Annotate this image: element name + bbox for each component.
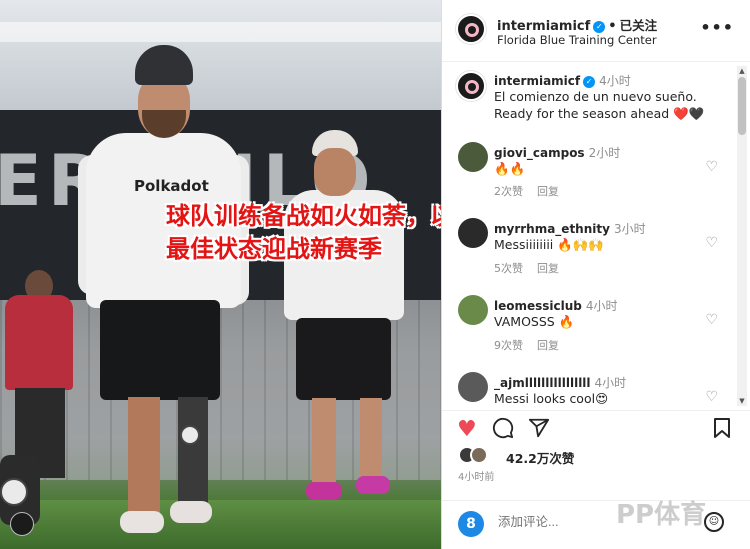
bookmark-icon[interactable] [712,417,732,446]
post-timestamp: 4小时前 [458,472,495,483]
comment-username-row: myrrhma_ethnity 3小时 [494,220,646,237]
verified-icon: ✓ [593,21,606,33]
comment-avatar[interactable] [458,218,488,248]
photo-tag-avatar[interactable] [10,512,34,536]
shirt-sponsor: Polkadot [134,177,209,195]
overlay-caption: 球队训练备战如火如荼，以 最佳状态迎战新赛季 [166,200,441,266]
liker-avatar [470,446,488,464]
verified-icon: ✓ [583,76,596,88]
caption-username-row: intermiamicf ✓ 4小时 [494,72,631,89]
comment-likes[interactable]: 5次赞 [494,262,523,275]
location-link[interactable]: Florida Blue Training Center [497,33,657,47]
scrollbar-thumb[interactable] [738,77,746,135]
scroll-up-arrow-icon[interactable]: ▲ [737,66,747,76]
comment-username-row: giovi_campos 2小时 [494,144,620,161]
comment-avatar[interactable] [458,142,488,172]
comment-meta: 9次赞 回复 [494,337,573,353]
comment-time: 3小时 [613,222,646,236]
comment-username[interactable]: leomessiclub [494,299,582,313]
separator-dot: • [608,19,617,34]
comment-meta: 2次赞 回复 [494,183,573,199]
likes-count[interactable]: 42.2万次赞 [506,448,574,467]
comment-text: 🔥🔥 [494,161,526,176]
comment-username[interactable]: myrrhma_ethnity [494,222,610,236]
action-bar: ♥ [442,410,750,450]
header-username[interactable]: intermiamicf [497,19,590,34]
comment-heart-icon[interactable]: ♡ [705,235,718,251]
comment-avatar[interactable] [458,372,488,402]
comment-reply[interactable]: 回复 [537,339,559,352]
comment-username[interactable]: giovi_campos [494,146,585,160]
ball-icon [0,478,28,506]
overlay-caption-line1: 球队训练备战如火如荼，以 [166,202,441,230]
comment-reply[interactable]: 回复 [537,262,559,275]
caption-line2: Ready for the season ahead ❤️🖤 [494,106,705,121]
comment-username-row: leomessiclub 4小时 [494,297,618,314]
comment-reply[interactable]: 回复 [537,185,559,198]
comment-time: 4小时 [594,376,627,390]
scroll-down-arrow-icon[interactable]: ▼ [737,396,747,406]
comment-heart-icon[interactable]: ♡ [705,389,718,405]
comment-time: 2小时 [588,146,621,160]
watermark-logo: PP体育 [616,500,707,530]
background-person [5,270,75,480]
app-logo-icon: 8 [458,511,484,537]
comments-list[interactable]: intermiamicf ✓ 4小时 El comienzo de un nuevo… [442,63,750,408]
comment-icon[interactable] [492,417,514,446]
comment-text: Messiiiiiiii 🔥🙌🙌 [494,237,604,252]
second-player [282,130,407,520]
comment-username-row: _ajmllllllllllllllll 4小时 [494,374,626,391]
comment-meta: 5次赞 回复 [494,260,573,276]
caption-avatar[interactable] [456,71,486,101]
follow-button[interactable]: 已关注 [620,18,658,33]
heart-icon[interactable]: ♥ [457,417,477,443]
photo-light-beam [0,22,441,42]
post-header: intermiamicf ✓ • 已关注 Florida Blue Training … [442,0,750,62]
comment-likes[interactable]: 2次赞 [494,185,523,198]
ball-icon [180,425,200,445]
post-photo[interactable]: ER ANLO Polkadot 球队训练备战如火如荼，以 最佳状态迎战新赛季 [0,0,441,549]
comment-heart-icon[interactable]: ♡ [705,159,718,175]
comment-heart-icon[interactable]: ♡ [705,312,718,328]
caption-line1: El comienzo de un nuevo sueño. [494,89,697,104]
comment-username[interactable]: _ajmllllllllllllllll [494,376,591,390]
comment-text: Messi looks cool😍 [494,391,609,406]
account-avatar[interactable] [456,14,486,44]
comment-avatar[interactable] [458,295,488,325]
post-side-panel: intermiamicf ✓ • 已关注 Florida Blue Training … [441,0,750,549]
caption-username[interactable]: intermiamicf [494,74,580,88]
main-player: Polkadot [78,45,249,545]
caption-time: 4小时 [599,74,631,88]
comment-text: VAMOSSS 🔥 [494,314,575,329]
comment-time: 4小时 [585,299,618,313]
overlay-caption-line2: 最佳状态迎战新赛季 [166,235,382,263]
header-username-row: intermiamicf ✓ • 已关注 [497,15,657,34]
emoji-icon[interactable]: ☺ [704,512,724,532]
more-options-icon[interactable]: ••• [700,18,734,37]
comment-likes[interactable]: 9次赞 [494,339,523,352]
share-icon[interactable] [528,417,550,446]
